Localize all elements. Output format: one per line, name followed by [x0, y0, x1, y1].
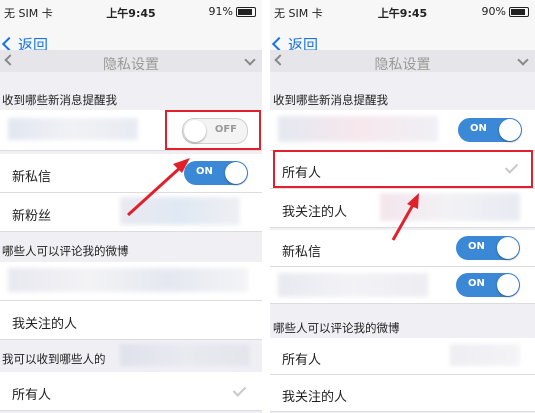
battery-percent: 91% [208, 5, 233, 18]
highlight-box [273, 150, 533, 188]
blurred-content [8, 118, 138, 140]
blurred-content [278, 273, 428, 297]
second-toggle-row: ON [270, 267, 535, 304]
toggle-knob [225, 162, 247, 184]
notify-row: ON [270, 110, 535, 151]
comment-followed-label: 我关注的人 [282, 390, 348, 405]
new-fans-label: 新粉丝 [12, 209, 52, 224]
private-message-label: 新私信 [282, 245, 322, 260]
comment-followed-row[interactable]: 我关注的人 [270, 375, 535, 412]
followed-label: 我关注的人 [282, 205, 348, 220]
page-title: 隐私设置 [103, 57, 159, 72]
page-title: 隐私设置 [374, 57, 431, 72]
toggle-state-label: ON [468, 278, 485, 289]
notify-toggle[interactable]: ON [458, 118, 522, 142]
battery-indicator: 90% [482, 5, 529, 18]
battery-icon [509, 7, 529, 17]
blurred-content [450, 344, 520, 366]
blurred-content [278, 116, 438, 142]
comment-everyone-row[interactable]: 所有人 [270, 338, 535, 375]
followed-row[interactable]: 我关注的人 [270, 189, 535, 228]
followed-label: 我关注的人 [12, 317, 78, 332]
toggle-state-label: ON [468, 241, 485, 252]
right-screen: 无 SIM 卡 上午9:45 90% 返回 隐私设置 收到哪些新消息提醒我 ON… [270, 0, 535, 413]
toggle-state-label: ON [196, 166, 213, 177]
toggle-knob [497, 274, 519, 296]
highlight-box [165, 110, 261, 150]
status-bar: 无 SIM 卡 上午9:45 91% [0, 0, 262, 22]
page-title-bar: 隐私设置 [0, 50, 262, 72]
section-header-comment: 哪些人可以评论我的微博 [2, 244, 129, 258]
chevron-left-icon [1, 36, 17, 52]
section-header-visibility: 我可以收到哪些人的 [2, 352, 106, 366]
status-bar: 无 SIM 卡 上午9:45 90% [270, 0, 535, 22]
private-message-label: 新私信 [12, 170, 52, 185]
blurred-content [120, 197, 240, 225]
private-message-toggle[interactable]: ON [456, 236, 520, 260]
comment-option-row[interactable] [0, 262, 262, 301]
comment-followed-row[interactable]: 我关注的人 [0, 301, 262, 340]
battery-indicator: 91% [209, 5, 256, 18]
battery-percent: 90% [481, 5, 506, 18]
left-screen: 无 SIM 卡 上午9:45 91% 返回 隐私设置 收到哪些新消息提醒我 OF… [0, 0, 262, 413]
section-header-comment: 哪些人可以评论我的微博 [273, 321, 400, 335]
private-message-toggle[interactable]: ON [184, 161, 248, 185]
private-message-row: 新私信 ON [0, 154, 262, 193]
page-title-bar: 隐私设置 [270, 50, 535, 72]
comment-everyone-label: 所有人 [282, 353, 322, 368]
section-header-notify: 收到哪些新消息提醒我 [2, 93, 117, 107]
new-fans-row[interactable]: 新粉丝 [0, 193, 262, 232]
toggle-knob [499, 119, 521, 141]
chevron-left-icon [271, 36, 287, 52]
second-toggle[interactable]: ON [456, 273, 520, 297]
divider [262, 0, 270, 413]
blurred-content [8, 268, 248, 292]
private-message-row: 新私信 ON [270, 230, 535, 267]
blurred-content [120, 344, 250, 366]
blurred-content [380, 193, 520, 221]
everyone-label: 所有人 [12, 388, 52, 403]
toggle-state-label: ON [470, 123, 487, 134]
visibility-everyone-row[interactable]: 所有人 [0, 372, 262, 411]
toggle-knob [497, 237, 519, 259]
battery-icon [236, 7, 256, 17]
checkmark-icon [232, 383, 247, 397]
section-header-notify: 收到哪些新消息提醒我 [273, 93, 388, 107]
